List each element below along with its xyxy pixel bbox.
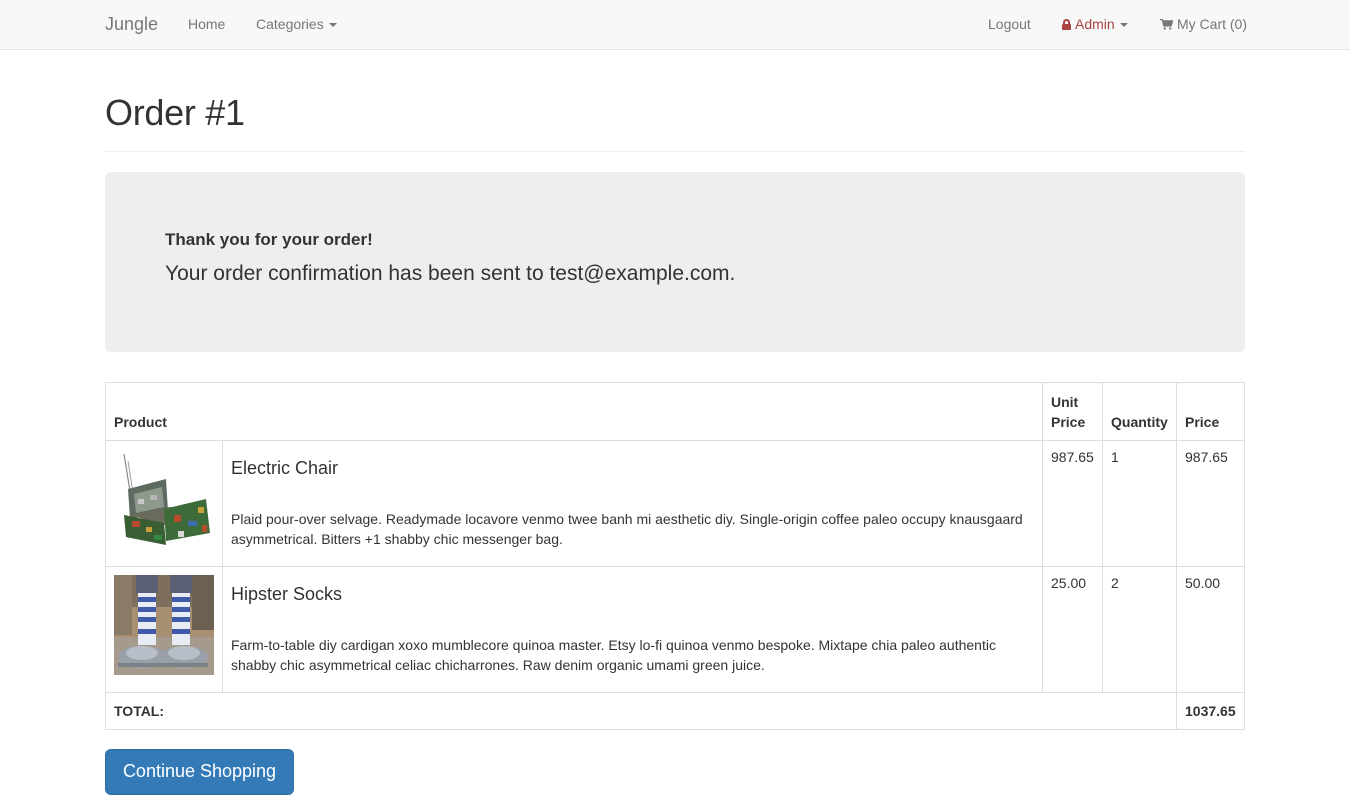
header-unit-price: Unit Price xyxy=(1042,382,1103,441)
electric-chair-image xyxy=(114,449,214,549)
nav-categories-dropdown[interactable]: Categories xyxy=(256,16,337,32)
header-product: Product xyxy=(105,382,1043,441)
price-cell: 50.00 xyxy=(1176,566,1245,693)
nav-admin-dropdown[interactable]: Admin xyxy=(1062,16,1128,32)
table-header-row: Product Unit Price Quantity Price xyxy=(105,382,1245,441)
product-info-cell: Electric Chair Plaid pour-over selvage. … xyxy=(222,440,1043,567)
nav-admin-label: Admin xyxy=(1075,16,1115,32)
quantity-cell: 2 xyxy=(1102,566,1177,693)
price-cell: 987.65 xyxy=(1176,440,1245,567)
header-unit-price-line2: Price xyxy=(1051,414,1086,430)
caret-down-icon xyxy=(1119,23,1128,28)
table-row: Hipster Socks Farm-to-table diy cardigan… xyxy=(105,566,1245,693)
page-title: Order #1 xyxy=(105,92,245,133)
total-value: 1037.65 xyxy=(1176,692,1245,730)
nav-categories-label: Categories xyxy=(256,16,324,32)
header-price: Price xyxy=(1176,382,1245,441)
nav-logout-link[interactable]: Logout xyxy=(988,16,1031,32)
navbar-container: Jungle Home Categories Logout Admin My C… xyxy=(105,0,1247,50)
product-name: Electric Chair xyxy=(231,458,339,478)
unit-price-cell: 25.00 xyxy=(1042,566,1103,693)
header-quantity: Quantity xyxy=(1102,382,1177,441)
lock-icon xyxy=(1062,19,1071,30)
total-label: TOTAL: xyxy=(105,692,1177,730)
nav-cart-link[interactable]: My Cart (0) xyxy=(1160,16,1247,32)
shopping-cart-icon xyxy=(1160,19,1173,30)
confirmation-heading: Thank you for your order! xyxy=(165,230,373,249)
table-row: Electric Chair Plaid pour-over selvage. … xyxy=(105,440,1245,567)
total-row: TOTAL: 1037.65 xyxy=(105,692,1245,730)
product-image-cell xyxy=(105,566,223,693)
navbar: Jungle Home Categories Logout Admin My C… xyxy=(0,0,1350,50)
brand-link[interactable]: Jungle xyxy=(105,14,158,35)
unit-price-cell: 987.65 xyxy=(1042,440,1103,567)
header-unit-price-line1: Unit xyxy=(1051,394,1079,410)
header-divider xyxy=(105,151,1245,152)
order-confirmation-panel: Thank you for your order! Your order con… xyxy=(105,172,1245,352)
confirmation-message: Your order confirmation has been sent to… xyxy=(165,262,736,285)
product-info-cell: Hipster Socks Farm-to-table diy cardigan… xyxy=(222,566,1043,693)
caret-down-icon xyxy=(328,23,337,28)
order-items-table: Product Unit Price Quantity Price Electr… xyxy=(105,382,1245,730)
quantity-cell: 1 xyxy=(1102,440,1177,567)
product-name: Hipster Socks xyxy=(231,584,343,604)
hipster-socks-image xyxy=(114,575,214,675)
product-description: Plaid pour-over selvage. Readymade locav… xyxy=(231,511,1023,547)
continue-shopping-button[interactable]: Continue Shopping xyxy=(105,749,294,795)
product-image-cell xyxy=(105,440,223,567)
nav-cart-label: My Cart (0) xyxy=(1177,16,1247,32)
nav-home-link[interactable]: Home xyxy=(188,16,225,32)
product-description: Farm-to-table diy cardigan xoxo mumbleco… xyxy=(231,637,996,673)
